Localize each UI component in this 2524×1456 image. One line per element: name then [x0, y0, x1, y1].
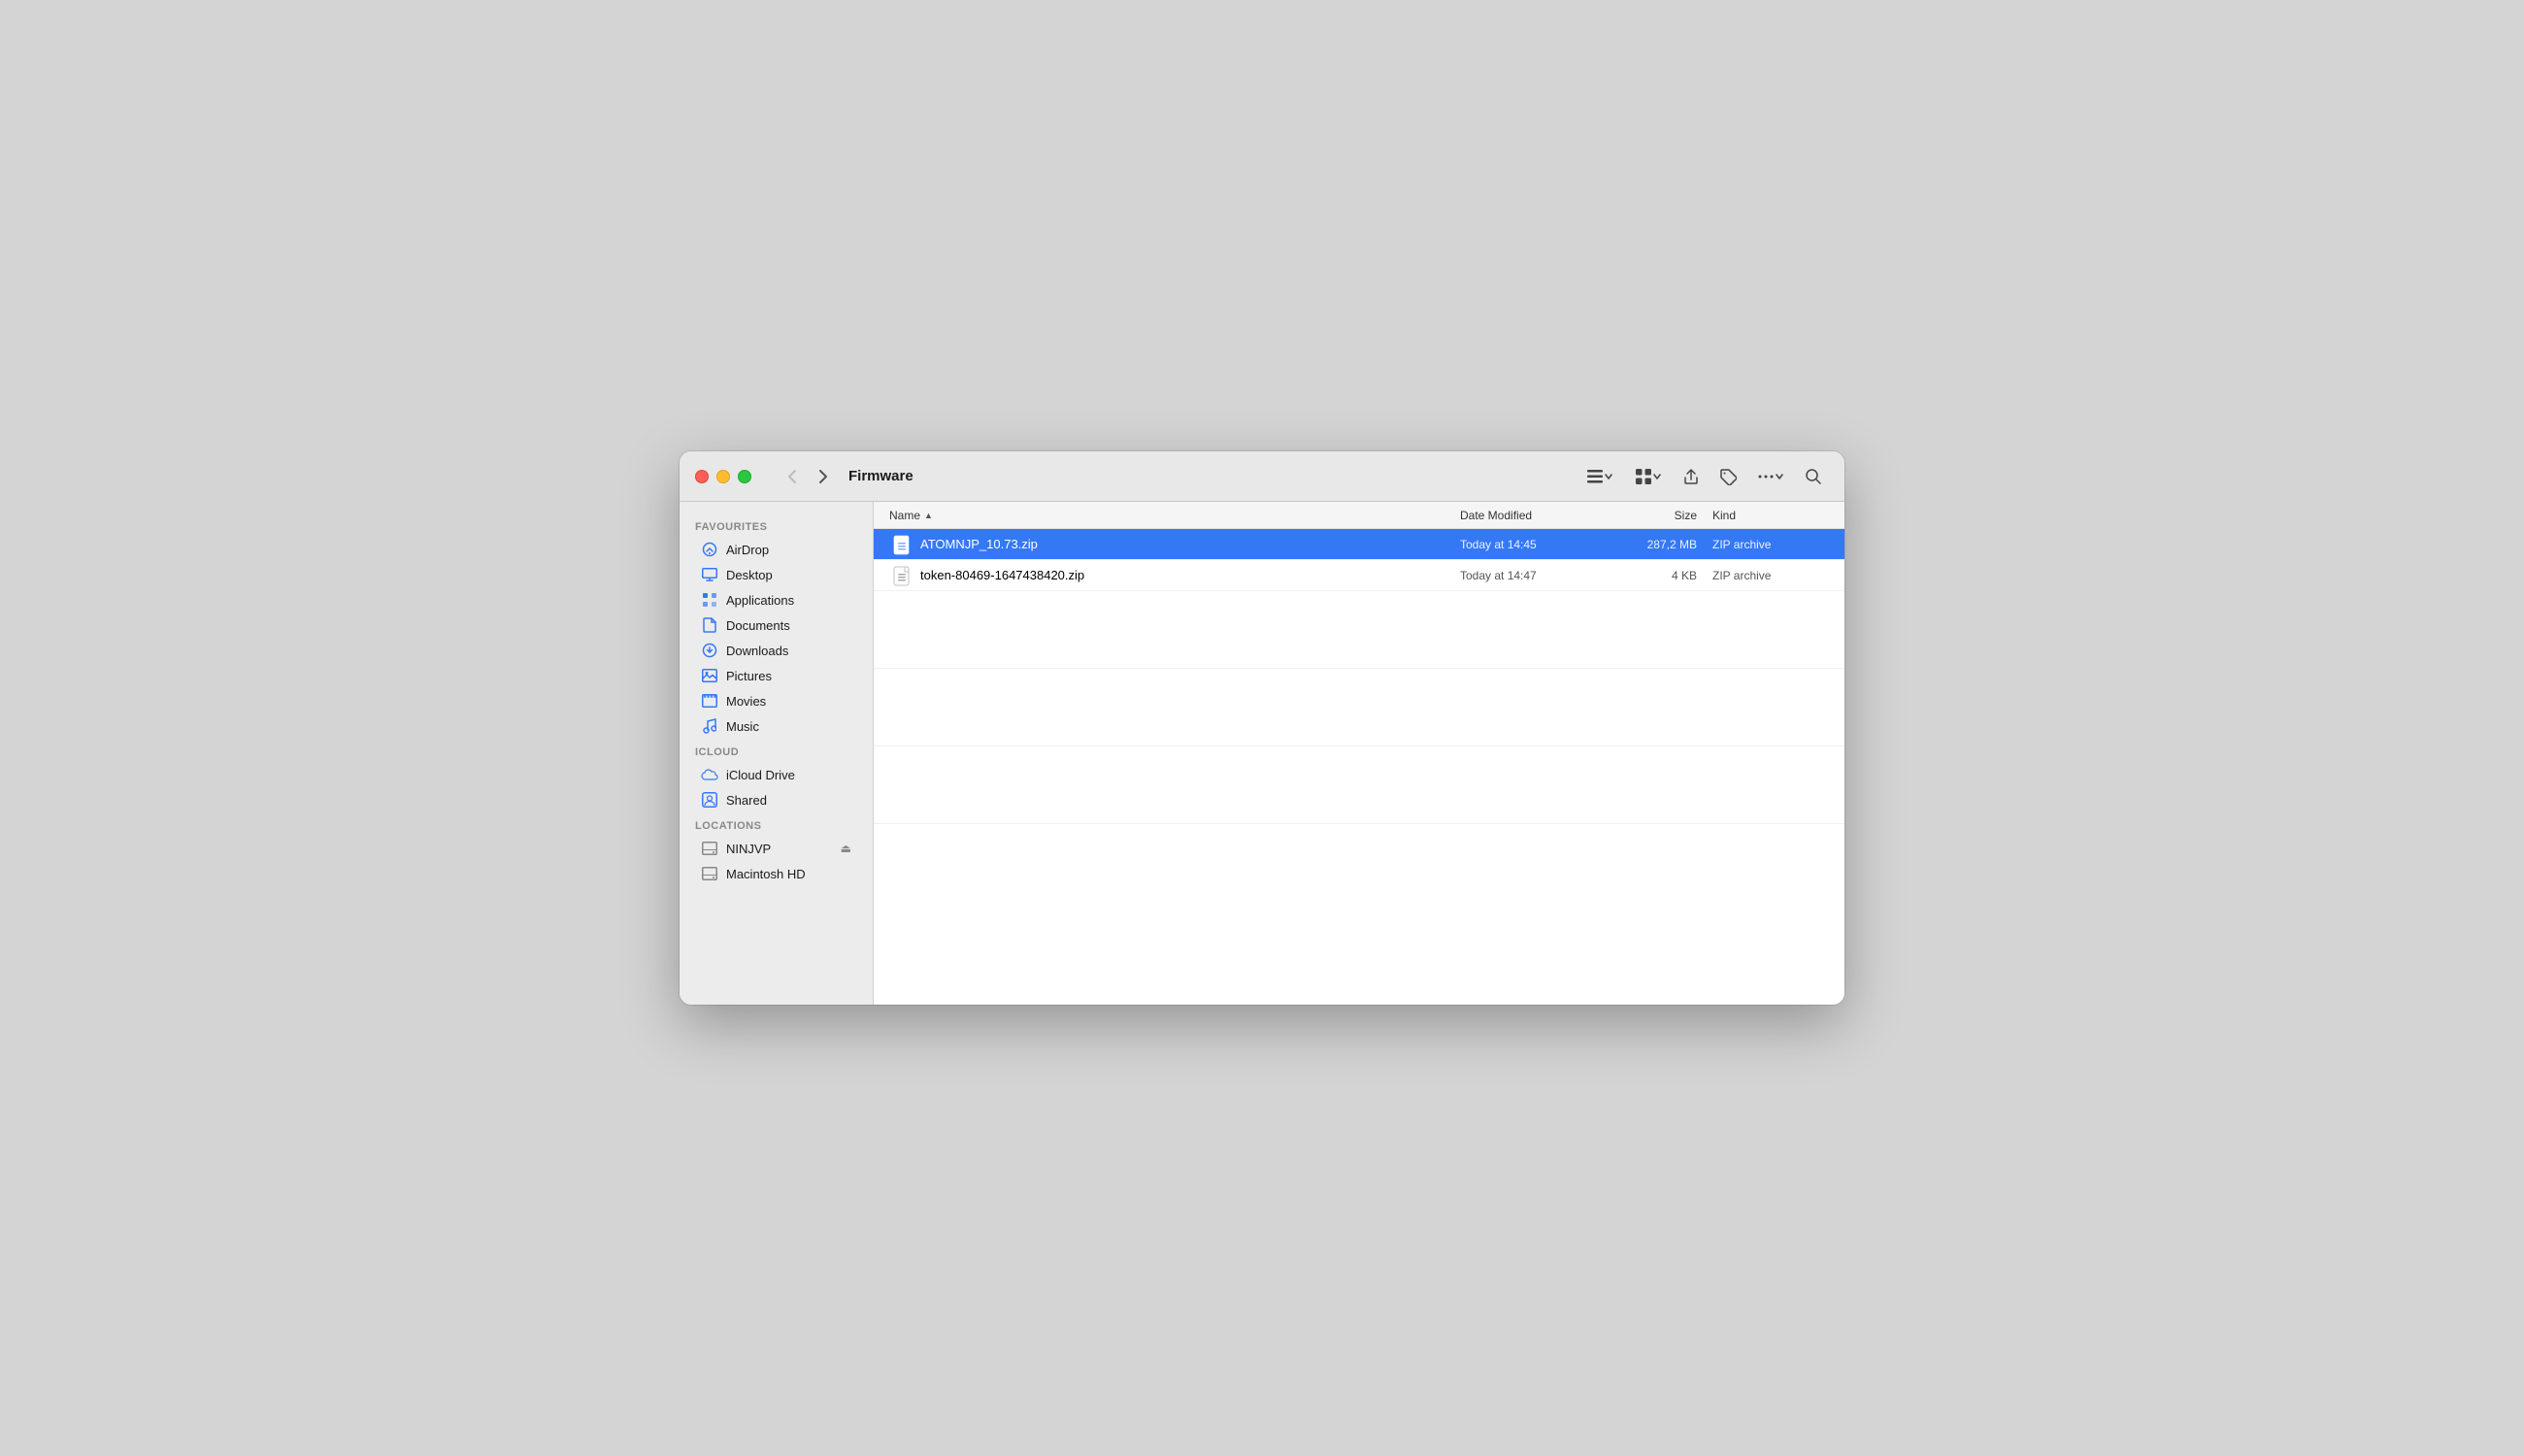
- kind-column-header[interactable]: Kind: [1712, 509, 1829, 522]
- sort-indicator: ▲: [924, 511, 933, 520]
- minimize-button[interactable]: [716, 470, 730, 483]
- file-area: Name ▲ Date Modified Size Kind: [874, 502, 1844, 1005]
- sidebar-item-documents-label: Documents: [726, 618, 790, 633]
- eject-ninjvp-button[interactable]: ⏏: [841, 842, 851, 855]
- sidebar-item-icloud-drive[interactable]: iCloud Drive: [685, 762, 867, 787]
- sidebar-item-airdrop[interactable]: AirDrop: [685, 537, 867, 562]
- file-icon: [889, 533, 916, 556]
- airdrop-icon: [701, 541, 718, 558]
- empty-row: [874, 746, 1844, 824]
- file-list: ATOMNJP_10.73.zip Today at 14:45 287,2 M…: [874, 529, 1844, 1005]
- size-column-header[interactable]: Size: [1615, 509, 1712, 522]
- traffic-lights: [695, 470, 751, 483]
- shared-icon: [701, 791, 718, 809]
- sidebar-item-downloads[interactable]: Downloads: [685, 638, 867, 663]
- drive-icon-ninjvp: [701, 840, 718, 857]
- sidebar-item-desktop[interactable]: Desktop: [685, 562, 867, 587]
- icloud-section-label: iCloud: [680, 739, 873, 762]
- file-row[interactable]: ATOMNJP_10.73.zip Today at 14:45 287,2 M…: [874, 529, 1844, 560]
- sidebar-item-icloud-drive-label: iCloud Drive: [726, 768, 795, 782]
- date-column-header[interactable]: Date Modified: [1460, 509, 1615, 522]
- movies-icon: [701, 692, 718, 710]
- sidebar-item-pictures-label: Pictures: [726, 669, 772, 683]
- desktop-icon: [701, 566, 718, 583]
- file-kind: ZIP archive: [1712, 569, 1829, 582]
- file-date: Today at 14:45: [1460, 538, 1615, 551]
- downloads-icon: [701, 642, 718, 659]
- toolbar-right: [1578, 463, 1829, 490]
- sidebar-item-music[interactable]: Music: [685, 713, 867, 739]
- file-row[interactable]: token-80469-1647438420.zip Today at 14:4…: [874, 560, 1844, 591]
- file-name: token-80469-1647438420.zip: [916, 568, 1460, 582]
- sidebar-item-macintosh-hd-label: Macintosh HD: [726, 867, 806, 881]
- forward-button[interactable]: [810, 463, 837, 490]
- name-column-header[interactable]: Name ▲: [889, 509, 1460, 522]
- file-icon: [889, 564, 916, 587]
- sidebar-item-downloads-label: Downloads: [726, 644, 788, 658]
- search-button[interactable]: [1798, 463, 1829, 490]
- empty-row: [874, 591, 1844, 669]
- documents-icon: [701, 616, 718, 634]
- more-options-button[interactable]: [1749, 463, 1792, 490]
- favourites-section-label: Favourites: [680, 513, 873, 537]
- sidebar-item-movies-label: Movies: [726, 694, 766, 709]
- locations-section-label: Locations: [680, 812, 873, 836]
- toolbar: Firmware: [680, 451, 1844, 502]
- close-button[interactable]: [695, 470, 709, 483]
- file-date: Today at 14:47: [1460, 569, 1615, 582]
- applications-icon: [701, 591, 718, 609]
- file-name: ATOMNJP_10.73.zip: [916, 537, 1460, 551]
- folder-title: Firmware: [848, 468, 913, 484]
- sidebar-item-movies[interactable]: Movies: [685, 688, 867, 713]
- sidebar-item-shared[interactable]: Shared: [685, 787, 867, 812]
- sidebar-item-airdrop-label: AirDrop: [726, 543, 769, 557]
- share-button[interactable]: [1676, 463, 1707, 490]
- tag-button[interactable]: [1712, 463, 1744, 490]
- back-button[interactable]: [779, 463, 806, 490]
- sidebar: Favourites AirDrop: [680, 502, 874, 1005]
- sidebar-item-shared-label: Shared: [726, 793, 767, 808]
- sidebar-item-applications-label: Applications: [726, 593, 794, 608]
- sidebar-item-applications[interactable]: Applications: [685, 587, 867, 612]
- main-content: Favourites AirDrop: [680, 502, 1844, 1005]
- file-kind: ZIP archive: [1712, 538, 1829, 551]
- file-size: 287,2 MB: [1615, 538, 1712, 551]
- sidebar-item-ninjvp[interactable]: NINJVP ⏏: [685, 836, 867, 861]
- name-column-label: Name: [889, 509, 920, 522]
- music-icon: [701, 717, 718, 735]
- sidebar-item-documents[interactable]: Documents: [685, 612, 867, 638]
- pictures-icon: [701, 667, 718, 684]
- file-size: 4 KB: [1615, 569, 1712, 582]
- finder-window: Firmware: [680, 451, 1844, 1005]
- grid-view-button[interactable]: [1627, 463, 1670, 490]
- drive-icon-macintosh: [701, 865, 718, 882]
- sidebar-item-macintosh-hd[interactable]: Macintosh HD: [685, 861, 867, 886]
- icloud-icon: [701, 766, 718, 783]
- sidebar-item-ninjvp-label: NINJVP: [726, 842, 771, 856]
- nav-controls: Firmware: [779, 463, 913, 490]
- empty-row: [874, 669, 1844, 746]
- list-view-button[interactable]: [1578, 463, 1621, 490]
- sidebar-item-music-label: Music: [726, 719, 759, 734]
- column-headers: Name ▲ Date Modified Size Kind: [874, 502, 1844, 529]
- sidebar-item-desktop-label: Desktop: [726, 568, 773, 582]
- maximize-button[interactable]: [738, 470, 751, 483]
- sidebar-item-pictures[interactable]: Pictures: [685, 663, 867, 688]
